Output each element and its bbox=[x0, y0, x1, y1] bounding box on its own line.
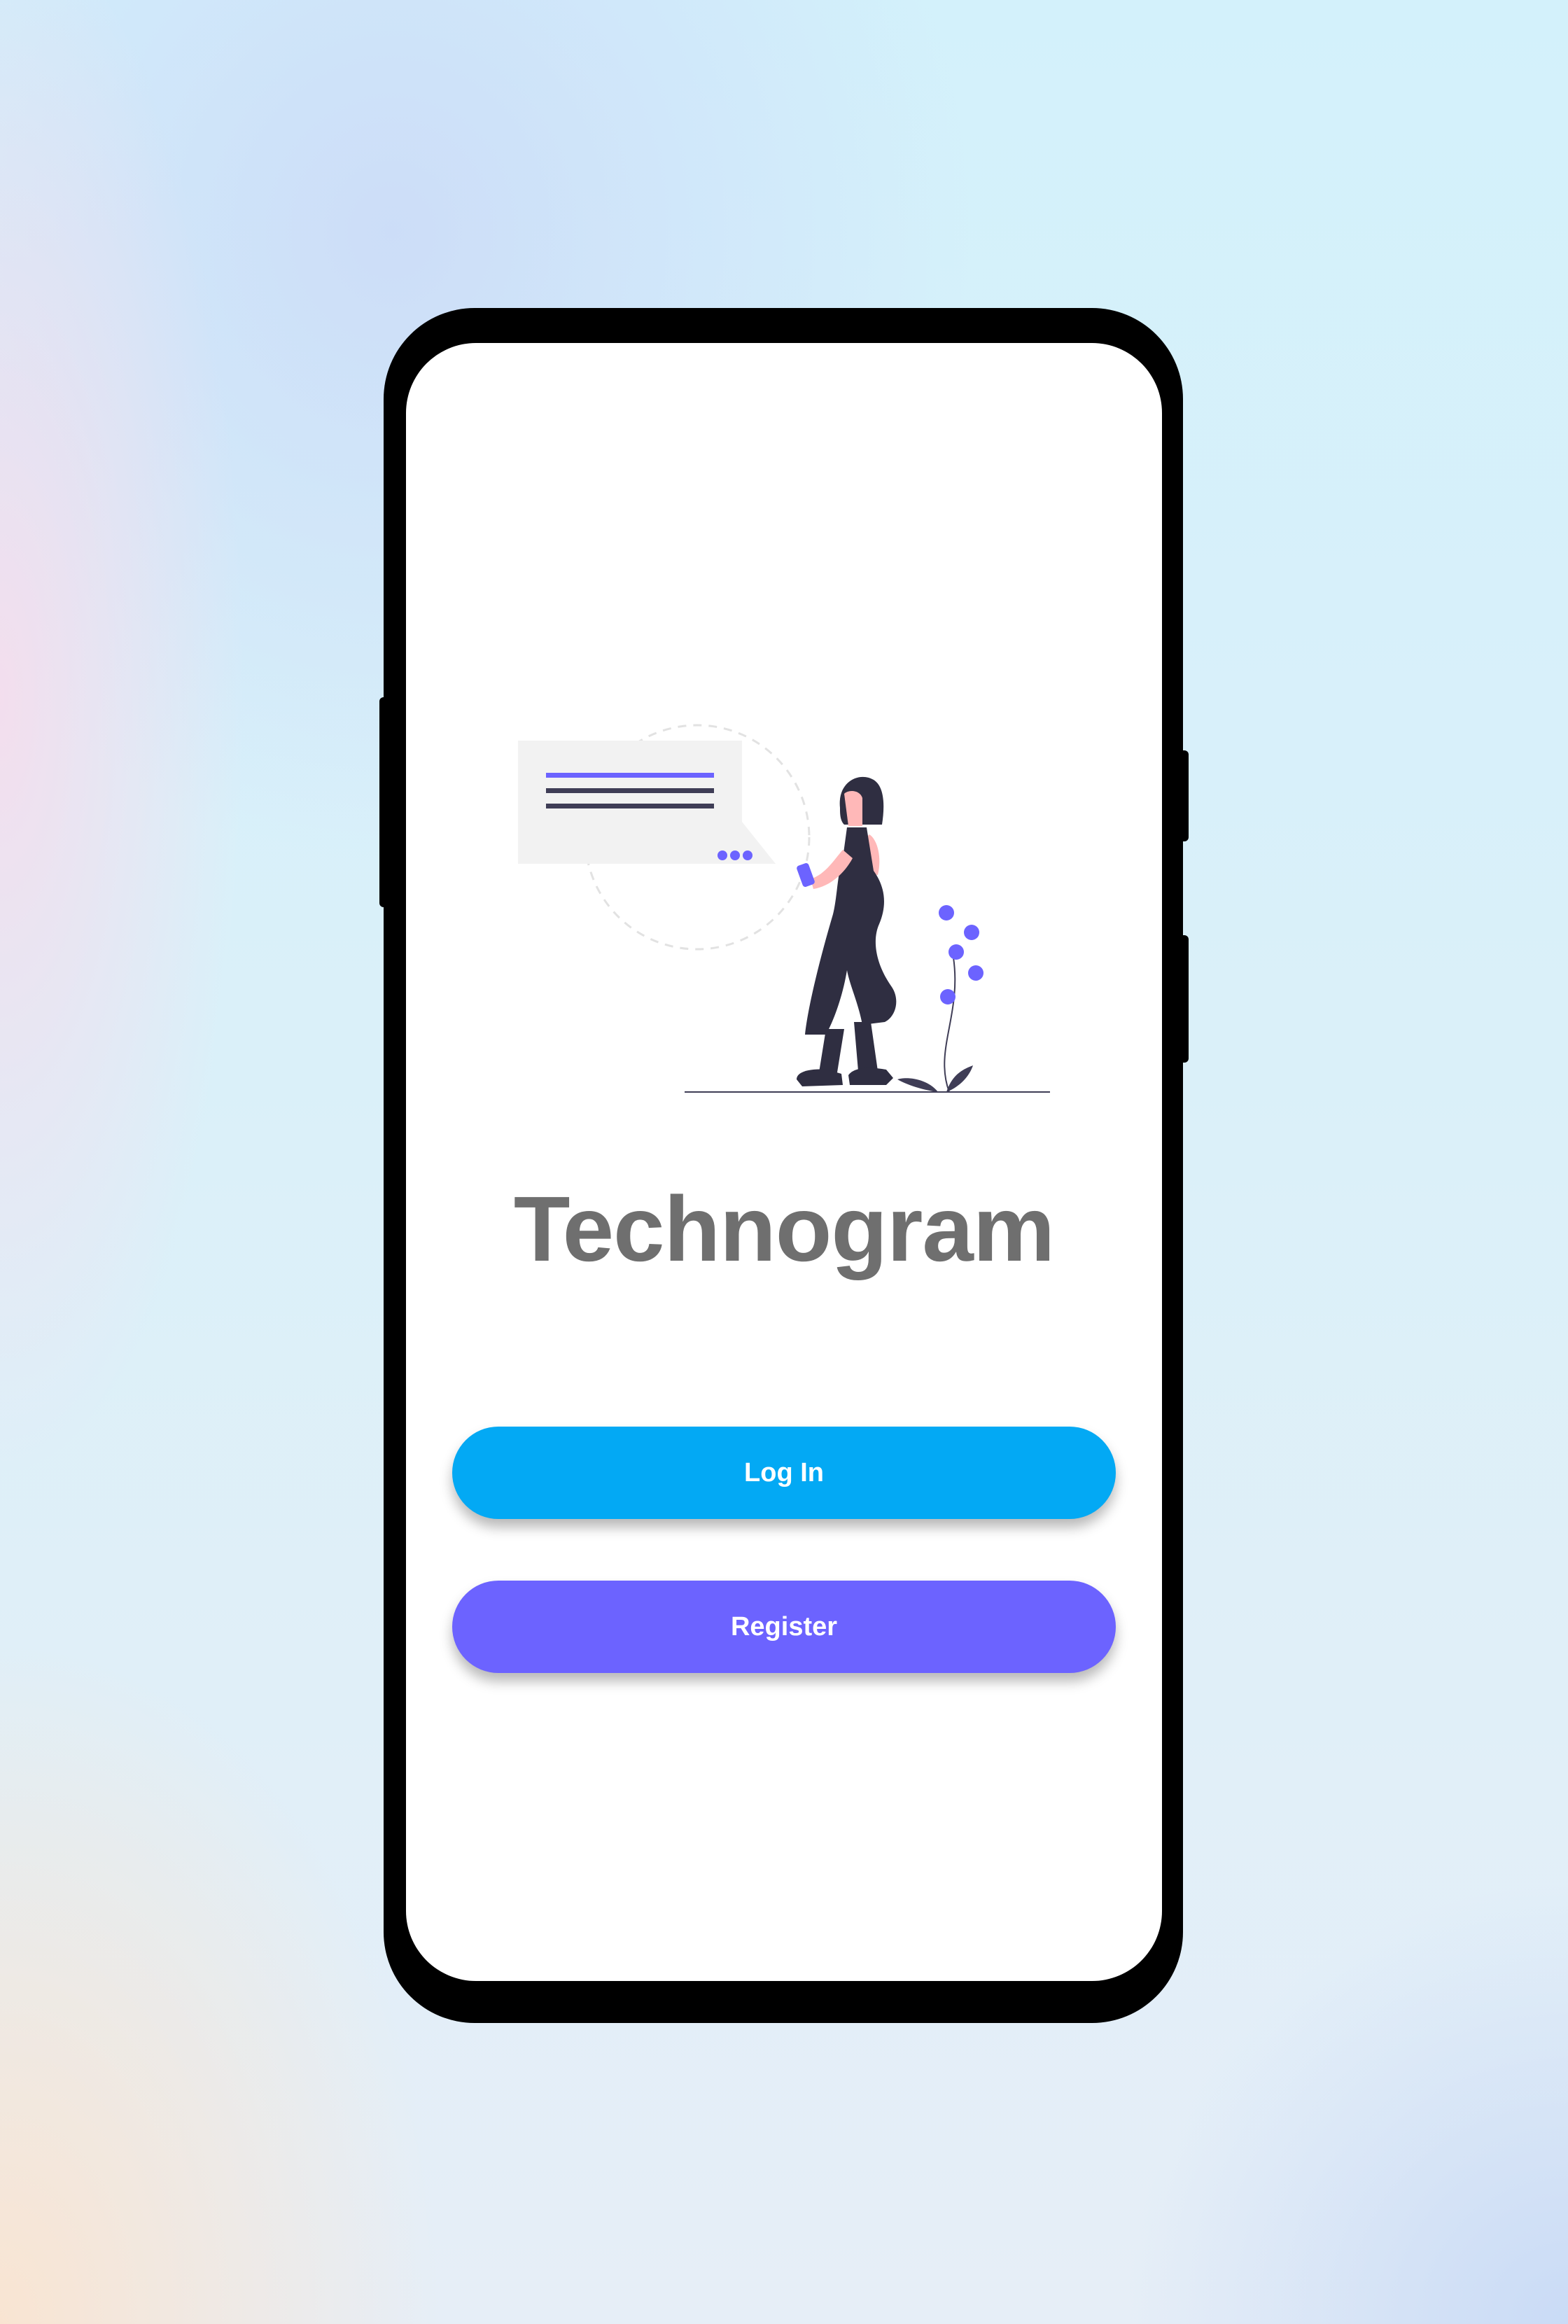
typing-dot bbox=[743, 850, 752, 860]
plant-flower bbox=[940, 989, 955, 1004]
chat-bubble bbox=[518, 741, 776, 864]
plant-flower bbox=[964, 925, 979, 940]
app-screen: Technogram Log In Register bbox=[406, 343, 1162, 1981]
login-button[interactable]: Log In bbox=[452, 1427, 1116, 1519]
typing-dot bbox=[718, 850, 727, 860]
phone-side-button-left bbox=[379, 697, 389, 907]
plant-flower bbox=[968, 965, 983, 981]
phone-side-button-right-upper bbox=[1179, 750, 1189, 841]
plant-flower bbox=[948, 944, 964, 960]
register-button[interactable]: Register bbox=[452, 1581, 1116, 1673]
woman-figure bbox=[797, 776, 897, 1086]
woman-with-phone-chat-illustration bbox=[518, 724, 1050, 1093]
app-title: Technogram bbox=[513, 1177, 1055, 1280]
typing-dot bbox=[730, 850, 740, 860]
plant-flower bbox=[939, 905, 954, 920]
phone-side-button-right-lower bbox=[1179, 935, 1189, 1063]
